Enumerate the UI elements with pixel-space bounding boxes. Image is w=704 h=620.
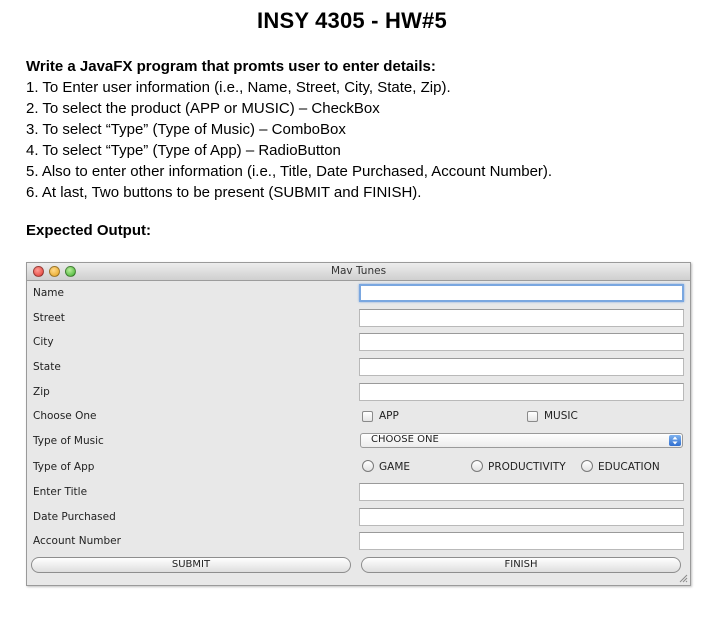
account-number-field[interactable] (359, 532, 684, 550)
productivity-radio-label: PRODUCTIVITY (488, 461, 566, 473)
submit-button[interactable]: SUBMIT (31, 557, 351, 573)
music-checkbox[interactable] (527, 411, 538, 422)
city-label: City (33, 336, 54, 348)
instruction-item: 5. Also to enter other information (i.e.… (26, 163, 553, 180)
resize-grip-icon[interactable] (679, 574, 688, 583)
state-field[interactable] (359, 358, 684, 376)
mav-tunes-window: Mav Tunes Name Street City State Zip Cho… (26, 262, 691, 586)
zip-label: Zip (33, 386, 50, 398)
enter-title-field[interactable] (359, 483, 684, 501)
instruction-item: 3. To select “Type” (Type of Music) – Co… (26, 121, 346, 138)
combobox-selected-value: CHOOSE ONE (371, 434, 439, 445)
account-number-label: Account Number (33, 535, 121, 547)
app-checkbox-label: APP (379, 410, 399, 422)
type-of-app-label: Type of App (33, 461, 95, 473)
updown-arrows-icon[interactable] (669, 435, 681, 446)
education-radio-label: EDUCATION (598, 461, 660, 473)
date-purchased-field[interactable] (359, 508, 684, 526)
enter-title-label: Enter Title (33, 486, 88, 498)
date-purchased-label: Date Purchased (33, 511, 116, 523)
name-field[interactable] (359, 284, 684, 302)
instruction-item: 1. To Enter user information (i.e., Name… (26, 79, 451, 96)
street-label: Street (33, 312, 65, 324)
type-of-music-label: Type of Music (33, 435, 104, 447)
street-field[interactable] (359, 309, 684, 327)
state-label: State (33, 361, 61, 373)
window-titlebar[interactable]: Mav Tunes (27, 263, 690, 281)
zip-field[interactable] (359, 383, 684, 401)
game-radio-label: GAME (379, 461, 411, 473)
music-type-combobox[interactable]: CHOOSE ONE (360, 433, 683, 448)
city-field[interactable] (359, 333, 684, 351)
instructions-heading: Write a JavaFX program that promts user … (26, 58, 436, 75)
instruction-item: 4. To select “Type” (Type of App) – Radi… (26, 142, 341, 159)
expected-output-label: Expected Output: (26, 222, 152, 239)
instruction-item: 2. To select the product (APP or MUSIC) … (26, 100, 380, 117)
window-title: Mav Tunes (330, 265, 387, 277)
productivity-radio[interactable] (471, 460, 483, 472)
app-checkbox[interactable] (362, 411, 373, 422)
education-radio[interactable] (581, 460, 593, 472)
finish-button[interactable]: FINISH (361, 557, 681, 573)
instructions: Write a JavaFX program that promts user … (26, 56, 552, 203)
game-radio[interactable] (362, 460, 374, 472)
choose-one-label: Choose One (33, 410, 97, 422)
name-label: Name (33, 287, 64, 299)
instruction-item: 6. At last, Two buttons to be present (S… (26, 184, 422, 201)
music-checkbox-label: MUSIC (544, 410, 578, 422)
document-title: INSY 4305 - HW#5 (257, 8, 447, 33)
